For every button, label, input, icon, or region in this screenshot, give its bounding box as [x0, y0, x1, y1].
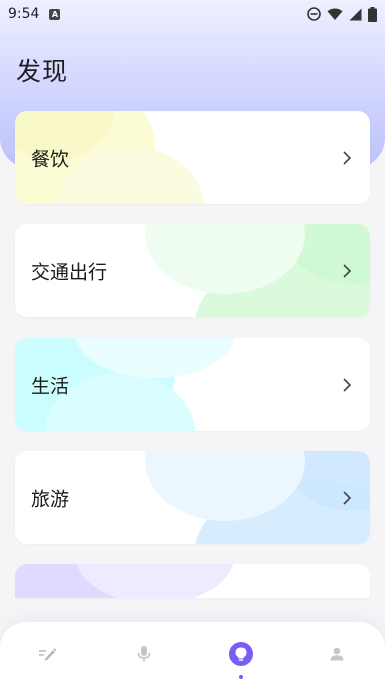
nav-item-notes[interactable]	[18, 629, 78, 679]
card-label: 生活	[31, 375, 70, 397]
category-card-life[interactable]: 生活	[15, 338, 370, 431]
category-card-dining[interactable]: 餐饮	[15, 111, 370, 204]
category-card-travel[interactable]: 旅游	[15, 451, 370, 544]
status-bar: 9:54 A	[0, 0, 385, 28]
card-label: 旅游	[31, 488, 70, 510]
card-label: 交通出行	[31, 261, 108, 283]
category-card-partial[interactable]	[15, 564, 370, 598]
chevron-right-icon	[343, 263, 352, 278]
card-label: 餐饮	[31, 148, 70, 170]
app-notification-icon: A	[49, 8, 61, 20]
nav-item-discover[interactable]	[211, 629, 271, 679]
wifi-icon	[327, 8, 343, 20]
person-icon	[330, 647, 344, 661]
chevron-right-icon	[343, 377, 352, 392]
lightbulb-icon	[235, 647, 247, 661]
do-not-disturb-icon	[307, 7, 321, 21]
nav-item-voice[interactable]	[114, 629, 174, 679]
microphone-icon	[138, 646, 151, 662]
battery-icon	[368, 6, 377, 22]
note-edit-icon	[39, 648, 57, 661]
chevron-right-icon	[343, 490, 352, 505]
chevron-right-icon	[343, 150, 352, 165]
signal-icon	[349, 8, 362, 20]
category-card-transport[interactable]: 交通出行	[15, 224, 370, 317]
nav-active-dot	[238, 675, 243, 679]
bottom-nav	[0, 622, 385, 686]
status-time: 9:54	[8, 6, 40, 22]
nav-item-profile[interactable]	[307, 629, 367, 679]
page-title: 发现	[16, 57, 69, 86]
nav-active-indicator	[228, 642, 253, 666]
